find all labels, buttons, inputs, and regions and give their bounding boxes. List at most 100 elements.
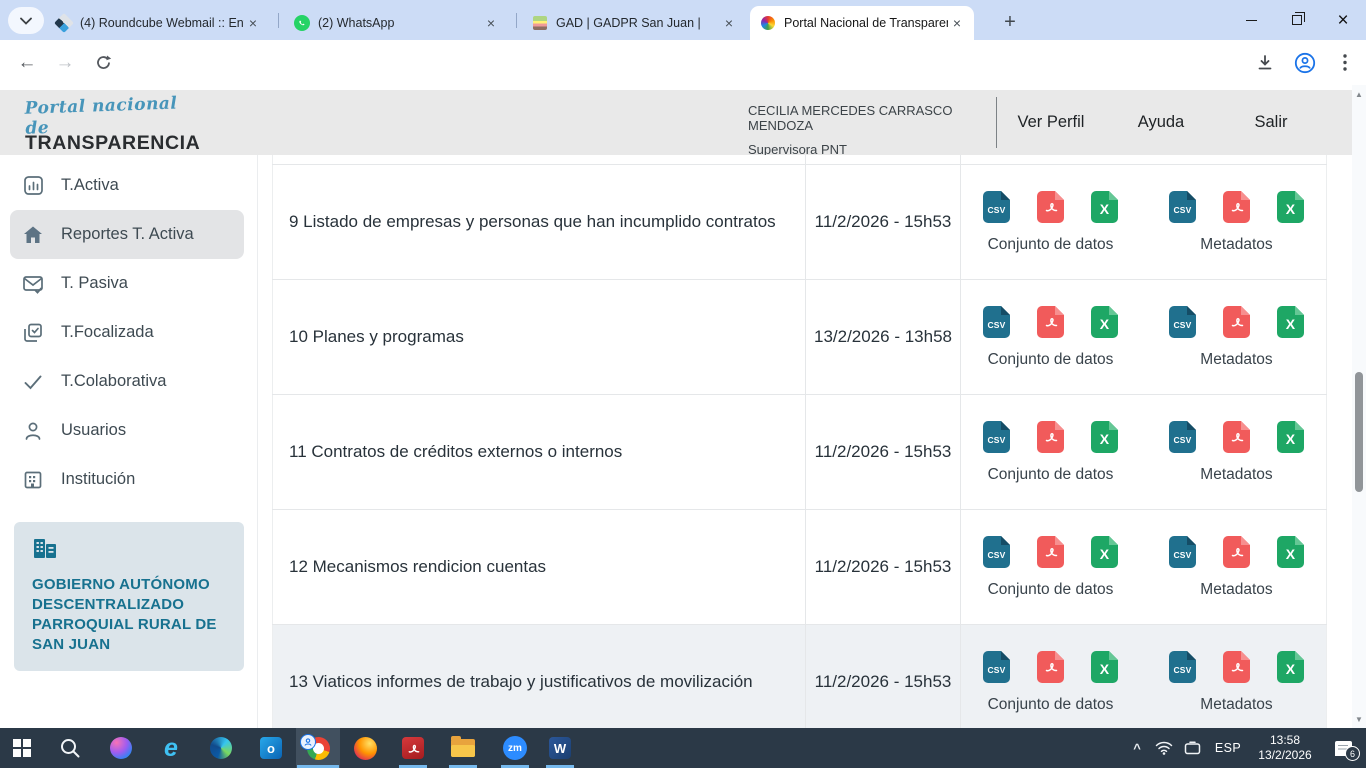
notification-center-button[interactable]: 6: [1320, 728, 1366, 768]
window-controls: ×: [1228, 0, 1366, 40]
tab-gad[interactable]: GAD | GADPR San Juan | ×: [522, 6, 746, 40]
taskbar-ie-button[interactable]: e: [149, 728, 193, 768]
tab-portal-transparencia[interactable]: Portal Nacional de Transparenci ×: [750, 6, 974, 40]
excel-file-icon[interactable]: X: [1091, 651, 1118, 683]
excel-file-icon[interactable]: X: [1277, 191, 1304, 223]
table-row: 13 Viaticos informes de trabajo y justif…: [272, 625, 1327, 728]
close-icon[interactable]: ×: [482, 14, 500, 32]
taskbar-acrobat-button[interactable]: [391, 728, 435, 768]
pdf-file-icon[interactable]: [1223, 306, 1250, 338]
close-icon[interactable]: ×: [948, 14, 966, 32]
pdf-file-icon[interactable]: [1037, 191, 1064, 223]
tab-roundcube[interactable]: (4) Roundcube Webmail :: Entra ×: [46, 6, 270, 40]
menu-ayuda[interactable]: Ayuda: [1101, 90, 1221, 155]
metadata-group: CSV X Metadatos: [1149, 395, 1325, 509]
institution-card[interactable]: GOBIERNO AUTÓNOMO DESCENTRALIZADO PARROQ…: [14, 522, 244, 671]
taskbar-firefox-button[interactable]: [343, 728, 387, 768]
language-indicator[interactable]: ESP: [1206, 728, 1250, 768]
browser-menu-button[interactable]: [1330, 48, 1360, 78]
restore-button[interactable]: [1274, 0, 1320, 40]
tab-title: (4) Roundcube Webmail :: Entra: [80, 16, 244, 30]
csv-file-icon[interactable]: CSV: [1169, 421, 1196, 453]
pdf-file-icon[interactable]: [1037, 651, 1064, 683]
pdf-file-icon[interactable]: [1037, 306, 1064, 338]
menu-ver-perfil[interactable]: Ver Perfil: [991, 90, 1111, 155]
taskbar-search-button[interactable]: [48, 728, 92, 768]
csv-file-icon[interactable]: CSV: [1169, 306, 1196, 338]
metadata-label: Metadatos: [1149, 466, 1325, 484]
taskbar-explorer-button[interactable]: [441, 728, 485, 768]
chevron-down-icon: [20, 17, 32, 25]
pdf-file-icon[interactable]: [1223, 651, 1250, 683]
tray-expand-button[interactable]: ^: [1124, 728, 1150, 768]
scrollbar-thumb[interactable]: [1355, 372, 1363, 492]
browser-tabstrip: (4) Roundcube Webmail :: Entra × (2) Wha…: [0, 0, 1366, 40]
taskbar-edge-button[interactable]: [199, 728, 243, 768]
close-icon[interactable]: ×: [720, 14, 738, 32]
minimize-button[interactable]: [1228, 0, 1274, 40]
scroll-down-arrow[interactable]: ▼: [1352, 712, 1366, 726]
back-button[interactable]: ←: [12, 48, 42, 78]
sidebar-item-t-activa[interactable]: T.Activa: [0, 161, 257, 210]
excel-file-icon[interactable]: X: [1277, 306, 1304, 338]
scroll-up-arrow[interactable]: ▲: [1352, 87, 1366, 101]
dataset-label: Conjunto de datos: [963, 581, 1139, 599]
menu-salir[interactable]: Salir: [1211, 90, 1331, 155]
profile-button[interactable]: [1290, 48, 1320, 78]
page-scrollbar[interactable]: ▲ ▼: [1352, 85, 1366, 728]
taskbar-copilot-button[interactable]: [99, 728, 143, 768]
dataset-label: Conjunto de datos: [963, 696, 1139, 714]
taskbar-zoom-button[interactable]: zm: [493, 728, 537, 768]
reload-button[interactable]: [88, 48, 118, 78]
metadata-group: CSV X Metadatos: [1149, 280, 1325, 394]
pdf-file-icon[interactable]: [1037, 421, 1064, 453]
pdf-file-icon[interactable]: [1223, 536, 1250, 568]
sidebar-item-usuarios[interactable]: Usuarios: [0, 406, 257, 455]
excel-file-icon[interactable]: X: [1091, 536, 1118, 568]
user-info: CECILIA MERCEDES CARRASCO MENDOZA Superv…: [748, 103, 990, 157]
excel-file-icon[interactable]: X: [1091, 421, 1118, 453]
excel-file-icon[interactable]: X: [1277, 536, 1304, 568]
taskbar-word-button[interactable]: W: [538, 728, 582, 768]
csv-file-icon[interactable]: CSV: [983, 191, 1010, 223]
csv-file-icon[interactable]: CSV: [983, 421, 1010, 453]
cast-button[interactable]: [1178, 728, 1206, 768]
close-icon[interactable]: ×: [244, 14, 262, 32]
sidebar-item-t-focalizada[interactable]: T.Focalizada: [0, 308, 257, 357]
tab-search-button[interactable]: [8, 7, 44, 34]
start-button[interactable]: [0, 728, 44, 768]
download-button[interactable]: [1250, 48, 1280, 78]
zoom-icon: zm: [503, 736, 527, 760]
taskbar-chrome-button[interactable]: [296, 728, 340, 768]
wifi-button[interactable]: [1150, 728, 1178, 768]
clock[interactable]: 13:58 13/2/2026: [1250, 728, 1320, 768]
excel-file-icon[interactable]: X: [1277, 421, 1304, 453]
pdf-file-icon[interactable]: [1223, 421, 1250, 453]
pdf-file-icon[interactable]: [1223, 191, 1250, 223]
csv-file-icon[interactable]: CSV: [983, 536, 1010, 568]
sidebar-item-label: Reportes T. Activa: [61, 225, 194, 244]
sidebar-item-t-colaborativa[interactable]: T.Colaborativa: [0, 357, 257, 406]
csv-file-icon[interactable]: CSV: [1169, 536, 1196, 568]
sidebar-item-t-pasiva[interactable]: T. Pasiva: [0, 259, 257, 308]
excel-file-icon[interactable]: X: [1091, 191, 1118, 223]
csv-file-icon[interactable]: CSV: [1169, 651, 1196, 683]
tab-whatsapp[interactable]: (2) WhatsApp ×: [284, 6, 508, 40]
close-window-button[interactable]: ×: [1320, 0, 1366, 40]
sidebar-item-institucion[interactable]: Institución: [0, 455, 257, 504]
tab-title: GAD | GADPR San Juan |: [556, 16, 720, 30]
excel-file-icon[interactable]: X: [1277, 651, 1304, 683]
minimize-icon: [1246, 20, 1257, 21]
excel-file-icon[interactable]: X: [1091, 306, 1118, 338]
pdf-file-icon[interactable]: [1037, 536, 1064, 568]
new-tab-button[interactable]: +: [996, 8, 1024, 36]
csv-file-icon[interactable]: CSV: [983, 306, 1010, 338]
csv-file-icon[interactable]: CSV: [983, 651, 1010, 683]
csv-file-icon[interactable]: CSV: [1169, 191, 1196, 223]
dataset-group: CSV X Conjunto de datos: [963, 395, 1139, 509]
close-icon: ×: [1337, 11, 1348, 30]
forward-button[interactable]: →: [50, 48, 80, 78]
restore-icon: [1292, 15, 1302, 25]
sidebar-item-reportes-t-activa[interactable]: Reportes T. Activa: [10, 210, 244, 259]
taskbar-outlook-button[interactable]: o: [249, 728, 293, 768]
